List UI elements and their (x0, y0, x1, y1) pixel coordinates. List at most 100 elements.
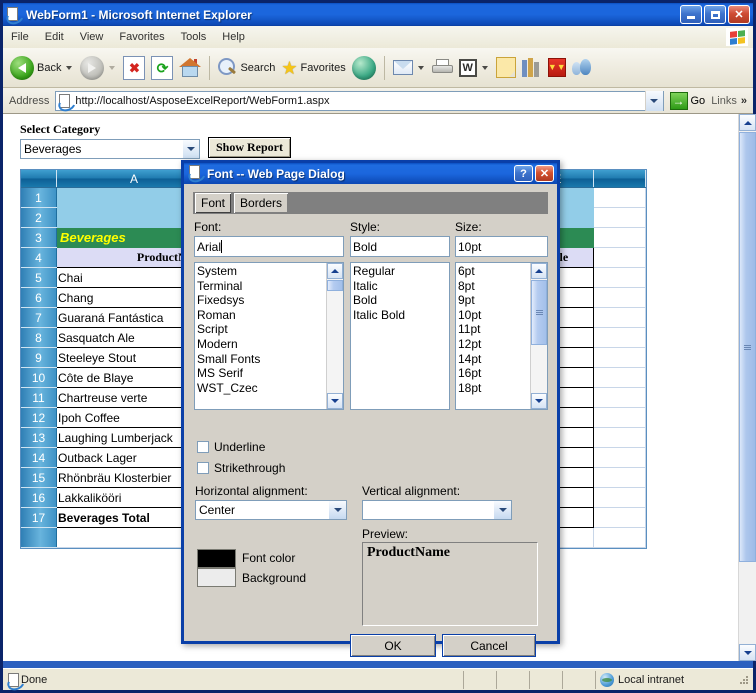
scroll-thumb[interactable] (739, 132, 756, 562)
list-item[interactable]: 9pt (458, 293, 530, 308)
underline-checkbox-row[interactable]: Underline (197, 440, 265, 454)
size-input[interactable]: 10pt (455, 236, 548, 257)
row-header-7[interactable]: 7 (21, 307, 57, 328)
refresh-button[interactable]: ⟳ (148, 51, 176, 85)
maximize-button[interactable] (704, 5, 726, 24)
cell-f2[interactable] (593, 207, 646, 228)
list-item[interactable]: Terminal (197, 279, 326, 294)
ok-button[interactable]: OK (350, 634, 436, 657)
stop-button[interactable]: ✖ (120, 51, 148, 85)
row-header-12[interactable]: 12 (21, 407, 57, 428)
cell-f14[interactable] (593, 447, 646, 468)
row-header-6[interactable]: 6 (21, 287, 57, 308)
back-button[interactable]: Back (7, 51, 77, 85)
cell-f12[interactable] (593, 407, 646, 428)
list-item[interactable]: System (197, 264, 326, 279)
cell-f15[interactable] (593, 467, 646, 488)
row-header-13[interactable]: 13 (21, 427, 57, 448)
cell-f18[interactable] (593, 527, 646, 548)
background-color-swatch[interactable] (197, 568, 236, 587)
row-header-17[interactable]: 17 (21, 507, 57, 528)
cell-f9[interactable] (593, 347, 646, 368)
cell-f5[interactable] (593, 267, 646, 288)
list-item[interactable]: WST_Czec (197, 381, 326, 396)
font-list-scroll-up[interactable] (327, 263, 343, 279)
show-report-button[interactable]: Show Report (208, 137, 292, 158)
print-button[interactable] (429, 51, 456, 85)
list-item[interactable]: 8pt (458, 279, 530, 294)
mail-dropdown-icon[interactable] (417, 65, 424, 70)
strikethrough-checkbox[interactable] (197, 462, 209, 474)
font-listbox[interactable]: System Terminal Fixedsys Roman Script Mo… (194, 262, 344, 410)
menu-item-favorites[interactable]: Favorites (111, 29, 172, 45)
resize-grip-icon[interactable] (738, 674, 750, 686)
cell-f17[interactable] (593, 507, 646, 528)
favorites-button[interactable]: ★ Favorites (278, 51, 348, 85)
list-item[interactable]: Modern (197, 337, 326, 352)
cell-f16[interactable] (593, 487, 646, 508)
font-list-scrollbar[interactable] (326, 263, 343, 409)
list-item[interactable]: 14pt (458, 352, 530, 367)
list-item[interactable]: Regular (353, 264, 449, 279)
back-dropdown-icon[interactable] (66, 65, 73, 70)
corner-header[interactable] (21, 170, 57, 188)
close-button[interactable]: ✕ (728, 5, 750, 24)
row-header-9[interactable]: 9 (21, 347, 57, 368)
cell-f11[interactable] (593, 387, 646, 408)
forward-button[interactable] (77, 51, 120, 85)
list-item[interactable]: 10pt (458, 308, 530, 323)
style-listbox[interactable]: Regular Italic Bold Italic Bold (350, 262, 450, 410)
chevron-down-icon[interactable] (183, 140, 199, 158)
cell-f7[interactable] (593, 307, 646, 328)
list-item[interactable]: 16pt (458, 366, 530, 381)
tab-font[interactable]: Font (195, 193, 232, 213)
research-button[interactable] (519, 51, 545, 85)
valign-select[interactable] (362, 500, 512, 520)
strikethrough-checkbox-row[interactable]: Strikethrough (197, 461, 285, 475)
halign-select[interactable]: Center (195, 500, 347, 520)
column-header-f[interactable] (593, 170, 646, 188)
list-item[interactable]: Italic (353, 279, 449, 294)
underline-checkbox[interactable] (197, 441, 209, 453)
links-label[interactable]: Links (711, 95, 741, 107)
address-dropdown-icon[interactable] (644, 90, 663, 111)
row-header-16[interactable]: 16 (21, 487, 57, 508)
dialog-close-button[interactable]: ✕ (535, 165, 554, 182)
menu-item-view[interactable]: View (72, 29, 112, 45)
row-header-3[interactable]: 3 (21, 227, 57, 248)
list-item[interactable]: 11pt (458, 322, 530, 337)
dialog-help-button[interactable]: ? (514, 165, 533, 182)
cell-f4[interactable] (593, 247, 646, 268)
list-item[interactable]: 12pt (458, 337, 530, 352)
size-list-scroll-up[interactable] (531, 263, 547, 279)
list-item[interactable]: MS Serif (197, 366, 326, 381)
list-item[interactable]: Script (197, 322, 326, 337)
security-zone-pane[interactable]: Local intranet (596, 671, 734, 689)
row-header-1[interactable]: 1 (21, 187, 57, 208)
home-button[interactable] (176, 51, 204, 85)
chevron-down-icon[interactable] (329, 501, 346, 519)
minimize-button[interactable] (680, 5, 702, 24)
list-item[interactable]: Fixedsys (197, 293, 326, 308)
chevron-down-icon[interactable] (494, 501, 511, 519)
style-input[interactable]: Bold (350, 236, 450, 257)
note-button[interactable] (493, 51, 519, 85)
category-select[interactable]: Beverages (20, 139, 200, 159)
row-header-11[interactable]: 11 (21, 387, 57, 408)
row-header-8[interactable]: 8 (21, 327, 57, 348)
list-item[interactable]: 6pt (458, 264, 530, 279)
menu-item-tools[interactable]: Tools (173, 29, 215, 45)
list-item[interactable]: Small Fonts (197, 352, 326, 367)
cell-f10[interactable] (593, 367, 646, 388)
page-scrollbar[interactable] (738, 114, 756, 661)
menu-item-edit[interactable]: Edit (37, 29, 72, 45)
scroll-down-button[interactable] (739, 644, 756, 661)
size-listbox[interactable]: 6pt 8pt 9pt 10pt 11pt 12pt 14pt 16pt 18p… (455, 262, 548, 410)
row-header-4[interactable]: 4 (21, 247, 57, 268)
size-list-scrollbar[interactable] (530, 263, 547, 409)
toolbar-overflow-icon[interactable]: » (741, 95, 753, 107)
row-header-5[interactable]: 5 (21, 267, 57, 288)
size-list-scroll-thumb[interactable] (531, 280, 547, 345)
cancel-button[interactable]: Cancel (442, 634, 536, 657)
edit-word-button[interactable]: W (456, 51, 493, 85)
